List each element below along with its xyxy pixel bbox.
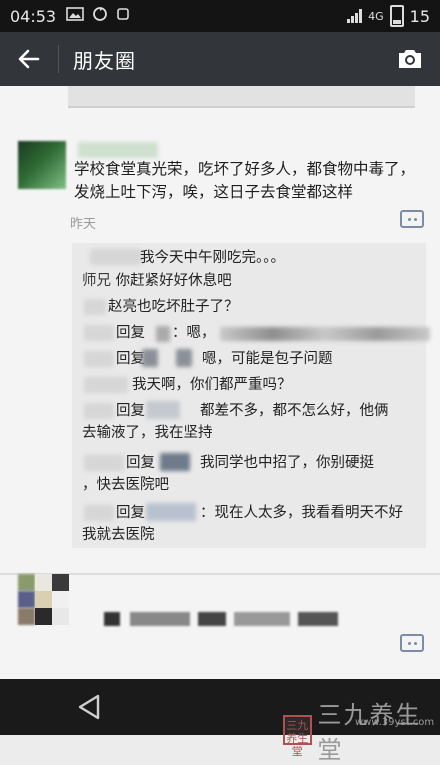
blurred-content	[130, 612, 190, 626]
sync-icon	[92, 6, 108, 26]
comment-reply-label: 回复	[116, 505, 145, 521]
watermark-logo: 三九养生堂	[283, 715, 312, 745]
watermark-text: 三九养生堂	[318, 695, 440, 765]
comment-item[interactable]: 回复	[116, 349, 145, 369]
comment-text: ：现在人太多，我看看明天不好	[200, 503, 403, 523]
comments-box: 我今天中午刚吃完。。。 师兄 你赶紧好好休息吧 赵亮也吃坏肚子了？ 回复 ：嗯，…	[72, 243, 426, 548]
comment-reply-label: 回复	[116, 325, 145, 341]
status-time: 04:53	[10, 7, 56, 26]
post-timestamp: 昨天	[70, 213, 96, 232]
comment-text: 我就去医院	[82, 525, 155, 545]
arrow-left-icon	[18, 49, 40, 69]
comment-reply-label: 回复	[116, 403, 145, 419]
status-bar: 04:53 4G 15	[0, 0, 440, 32]
nav-back-button[interactable]	[76, 693, 102, 725]
comment-button[interactable]	[400, 210, 424, 228]
comment-text: ：嗯，	[172, 323, 216, 343]
comment-reply-label: 回复	[126, 455, 155, 471]
triangle-back-icon	[76, 693, 102, 721]
watermark-url: www.39yst.com	[355, 717, 434, 728]
comment-item[interactable]: 回复	[116, 323, 145, 343]
blurred-content	[298, 612, 338, 626]
avatar[interactable]	[18, 574, 70, 626]
post-author-name[interactable]	[78, 142, 158, 158]
comment-text: 赵亮也吃坏肚子了？	[108, 297, 239, 317]
action-bar: 朋友圈	[0, 32, 440, 86]
battery-level: 15	[410, 7, 430, 26]
battery-icon	[390, 5, 404, 27]
blurred-content	[198, 612, 226, 626]
network-icon: 4G	[368, 10, 384, 23]
comment-user[interactable]: 师兄	[82, 273, 111, 289]
comment-item[interactable]: 回复	[116, 401, 145, 421]
navigation-bar: 三九养生堂 三九养生堂 www.39yst.com	[0, 679, 440, 735]
comment-item[interactable]: 回复	[126, 453, 155, 473]
blurred-content	[104, 612, 120, 626]
divider	[58, 45, 59, 73]
comment-text: 去输液了，我在坚持	[82, 423, 213, 443]
comment-text: 你赶紧好好休息吧	[116, 273, 232, 289]
post-text: 学校食堂真光荣，吃坏了好多人，都食物中毒了，发烧上吐下泻，唉，这日子去食堂都这样	[74, 158, 424, 204]
previous-post-edge	[68, 86, 415, 108]
avatar[interactable]	[18, 141, 66, 189]
watermark: 三九养生堂 三九养生堂	[283, 695, 440, 765]
signal-icon	[347, 9, 362, 23]
comment-button[interactable]	[400, 634, 424, 652]
comment-item[interactable]: 师兄 你赶紧好好休息吧	[82, 271, 232, 291]
blurred-content	[234, 612, 290, 626]
comment-item[interactable]: 回复	[116, 503, 145, 523]
comment-text: 我同学也中招了，你别硬挺	[200, 453, 374, 473]
camera-button[interactable]	[380, 32, 440, 86]
comment-text: ，快去医院吧	[82, 475, 169, 495]
gallery-icon	[66, 7, 84, 25]
back-button[interactable]	[0, 32, 58, 86]
comment-text: 都差不多，都不怎么好，他俩	[200, 401, 389, 421]
comment-text: 我今天中午刚吃完。。。	[140, 248, 285, 268]
page-title: 朋友圈	[73, 45, 136, 74]
comment-text: 嗯，可能是包子问题	[202, 349, 333, 369]
moments-feed[interactable]: 学校食堂真光荣，吃坏了好多人，都食物中毒了，发烧上吐下泻，唉，这日子去食堂都这样…	[0, 86, 440, 679]
camera-icon	[396, 47, 424, 71]
notification-icon	[116, 7, 130, 25]
comment-text: 我天啊，你们都严重吗？	[132, 375, 292, 395]
comment-reply-label: 回复	[116, 351, 145, 367]
